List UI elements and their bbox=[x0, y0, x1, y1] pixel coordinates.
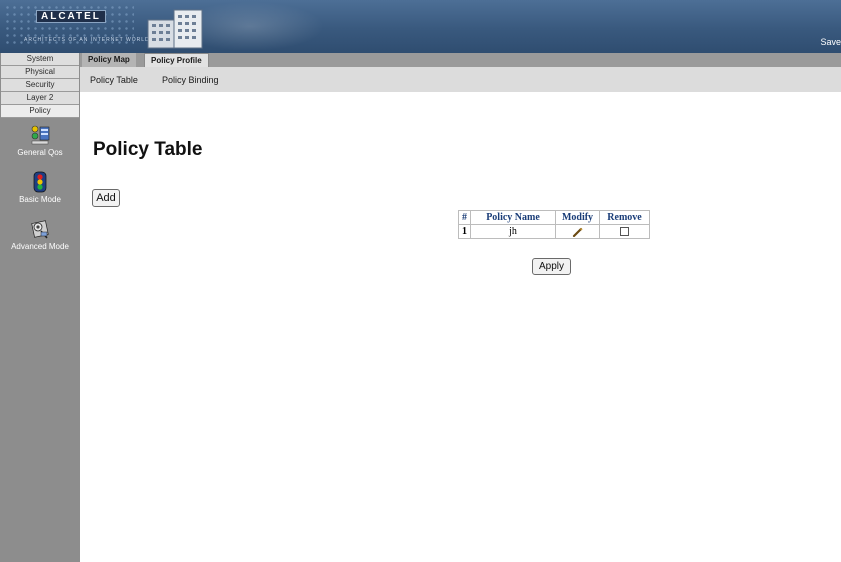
header-banner: ALCATEL ARCHITECTS OF AN INTERNET WORLD … bbox=[0, 0, 841, 53]
nav-general-qos[interactable]: General Qos bbox=[0, 124, 80, 157]
row-remove-cell bbox=[599, 224, 650, 239]
column-header-policy-name: Policy Name bbox=[470, 210, 556, 225]
nav-security[interactable]: Security bbox=[1, 79, 79, 92]
nav-layer2[interactable]: Layer 2 bbox=[1, 92, 79, 105]
column-header-modify: Modify bbox=[555, 210, 600, 225]
basic-mode-label: Basic Mode bbox=[19, 195, 61, 204]
subtab-policy-table[interactable]: Policy Table bbox=[90, 75, 138, 85]
add-button[interactable]: Add bbox=[92, 189, 120, 207]
apply-button[interactable]: Apply bbox=[532, 258, 571, 275]
logo-tagline: ARCHITECTS OF AN INTERNET WORLD bbox=[24, 37, 150, 43]
save-link[interactable]: Save bbox=[820, 37, 841, 47]
table-header-row: # Policy Name Modify Remove bbox=[458, 210, 650, 225]
advanced-mode-label: Advanced Mode bbox=[11, 242, 69, 251]
tab-policy-profile[interactable]: Policy Profile bbox=[144, 53, 209, 67]
nav-advanced-mode[interactable]: Advanced Mode bbox=[0, 218, 80, 251]
column-header-index: # bbox=[458, 210, 471, 225]
row-policy-name: jh bbox=[470, 224, 556, 239]
page-title: Policy Table bbox=[93, 139, 203, 160]
subtab-policy-binding[interactable]: Policy Binding bbox=[162, 75, 219, 85]
column-header-remove: Remove bbox=[599, 210, 650, 225]
tab-bar: Policy Map Policy Profile bbox=[80, 53, 841, 67]
tab-policy-map[interactable]: Policy Map bbox=[82, 53, 136, 67]
row-index: 1 bbox=[458, 224, 471, 239]
subtab-bar: Policy Table Policy Binding bbox=[80, 67, 841, 92]
remove-checkbox[interactable] bbox=[620, 227, 629, 237]
general-qos-icon bbox=[31, 125, 50, 145]
alcatel-logo: ALCATEL bbox=[36, 10, 106, 23]
building-icon bbox=[147, 9, 203, 49]
advanced-mode-icon bbox=[31, 220, 49, 239]
traffic-light-icon bbox=[33, 171, 47, 193]
nav-policy[interactable]: Policy bbox=[1, 105, 79, 118]
nav-physical[interactable]: Physical bbox=[1, 66, 79, 79]
policy-table: # Policy Name Modify Remove 1 jh bbox=[458, 210, 650, 239]
nav-system[interactable]: System bbox=[1, 53, 79, 66]
nav-basic-mode[interactable]: Basic Mode bbox=[0, 171, 80, 204]
general-qos-label: General Qos bbox=[17, 148, 63, 157]
app-page: ALCATEL ARCHITECTS OF AN INTERNET WORLD … bbox=[0, 0, 841, 562]
row-modify-cell bbox=[555, 224, 600, 239]
pencil-icon[interactable] bbox=[572, 227, 584, 237]
table-row: 1 jh bbox=[458, 224, 650, 239]
left-nav: System Physical Security Layer 2 Policy … bbox=[0, 53, 80, 562]
